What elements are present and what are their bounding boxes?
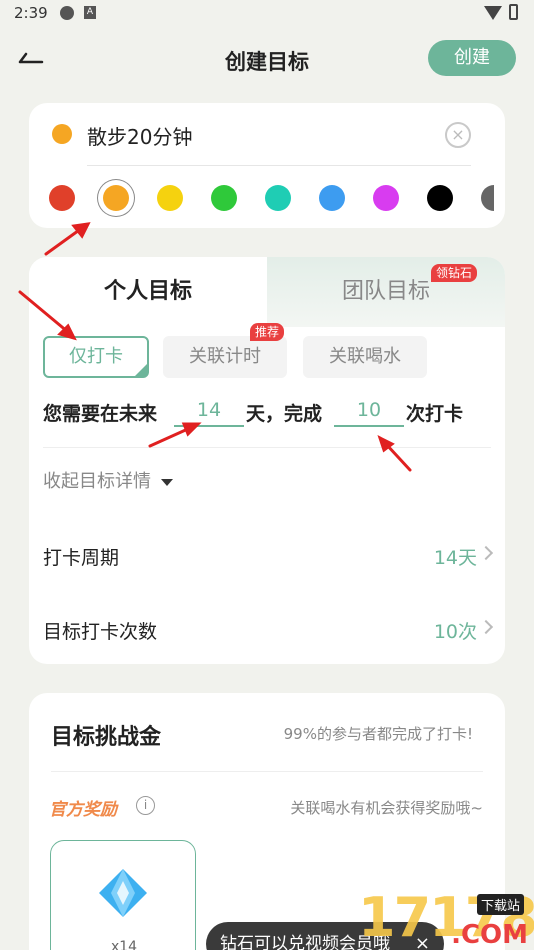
- setting-row-period[interactable]: 打卡周期 14天: [43, 535, 494, 575]
- caret-down-icon: [161, 478, 173, 486]
- checkmark-corner-icon: [135, 364, 147, 376]
- official-reward-title: 官方奖励: [49, 800, 117, 820]
- collapse-details-label: 收起目标详情: [43, 471, 151, 492]
- color-swatch-purple[interactable]: [373, 185, 399, 211]
- setting-row-count[interactable]: 目标打卡次数 10次: [43, 609, 494, 649]
- mode-link-water-label: 关联喝水: [329, 346, 401, 367]
- sentence-suffix: 次打卡: [406, 403, 464, 425]
- color-swatch-teal[interactable]: [265, 185, 291, 211]
- times-input[interactable]: 10: [334, 395, 404, 427]
- status-time: 2:39: [14, 4, 48, 22]
- count-label: 目标打卡次数: [43, 621, 158, 643]
- color-swatch-gray[interactable]: [481, 185, 494, 211]
- period-label: 打卡周期: [43, 547, 120, 569]
- arrow-to-color: [44, 226, 84, 256]
- reward-card[interactable]: x14: [50, 840, 196, 950]
- color-swatch-red[interactable]: [49, 185, 75, 211]
- goal-name-card: 散步20分钟 ×: [29, 103, 505, 228]
- mode-link-water[interactable]: 关联喝水: [303, 336, 427, 378]
- mode-checkin-only[interactable]: 仅打卡: [43, 336, 149, 378]
- watermark-badge: 下载站: [476, 894, 524, 915]
- status-bar: 2:39 A: [0, 0, 534, 28]
- goal-type-tabs: 团队目标 个人目标 领钻石: [29, 257, 505, 327]
- tab-team-label: 团队目标: [341, 279, 430, 304]
- mode-link-timer[interactable]: 关联计时: [163, 336, 287, 378]
- color-swatch-green[interactable]: [211, 185, 237, 211]
- clear-icon[interactable]: ×: [445, 122, 471, 148]
- color-swatch-black[interactable]: [427, 185, 453, 211]
- count-value: 10次: [433, 621, 477, 643]
- create-button[interactable]: 创建: [428, 40, 516, 76]
- battery-icon: [509, 4, 518, 20]
- challenge-subtitle: 99%的参与者都完成了打卡!: [283, 725, 473, 743]
- sentence-prefix: 您需要在未来: [43, 403, 158, 425]
- goal-sentence: 您需要在未来 14 天，完成 10 次打卡: [43, 395, 503, 429]
- mode-link-timer-label: 关联计时: [189, 346, 261, 367]
- color-swatch-orange[interactable]: [103, 185, 129, 211]
- collapse-details-toggle[interactable]: 收起目标详情: [43, 467, 173, 493]
- days-input[interactable]: 14: [174, 395, 244, 427]
- app-notification-icon: A: [84, 6, 96, 19]
- tab-personal-label: 个人目标: [103, 279, 192, 304]
- header: 创建目标 创建: [0, 36, 534, 82]
- name-divider: [87, 165, 471, 166]
- reward-count: x14: [110, 939, 138, 950]
- recommend-badge: 推荐: [250, 323, 285, 341]
- diamond-badge: 领钻石: [430, 264, 477, 282]
- chevron-right-icon: [478, 619, 494, 635]
- tab-personal-goal[interactable]: 个人目标: [29, 257, 267, 327]
- color-swatch-blue[interactable]: [319, 185, 345, 211]
- goal-name-input[interactable]: 散步20分钟: [87, 121, 192, 150]
- notification-icon: [60, 6, 74, 20]
- challenge-title: 目标挑战金: [51, 725, 162, 750]
- diamond-icon: [99, 869, 147, 917]
- mode-checkin-only-label: 仅打卡: [69, 346, 123, 367]
- goal-settings-card: 团队目标 个人目标 领钻石 仅打卡 关联计时 推荐 关联喝水 您需要在未来 14…: [29, 257, 505, 664]
- info-icon[interactable]: i: [136, 796, 155, 815]
- reward-subtitle: 关联喝水有机会获得奖励哦~: [290, 799, 483, 817]
- watermark: 17178 下载站 .COM: [298, 886, 534, 950]
- divider: [51, 771, 483, 772]
- sentence-mid: 天，完成: [246, 403, 323, 425]
- divider: [43, 447, 491, 448]
- selected-color-dot: [52, 124, 72, 144]
- color-swatch-yellow[interactable]: [157, 185, 183, 211]
- wifi-icon: [484, 6, 502, 20]
- chevron-right-icon: [478, 545, 494, 561]
- watermark-domain: .COM: [451, 920, 528, 950]
- period-value: 14天: [433, 547, 477, 569]
